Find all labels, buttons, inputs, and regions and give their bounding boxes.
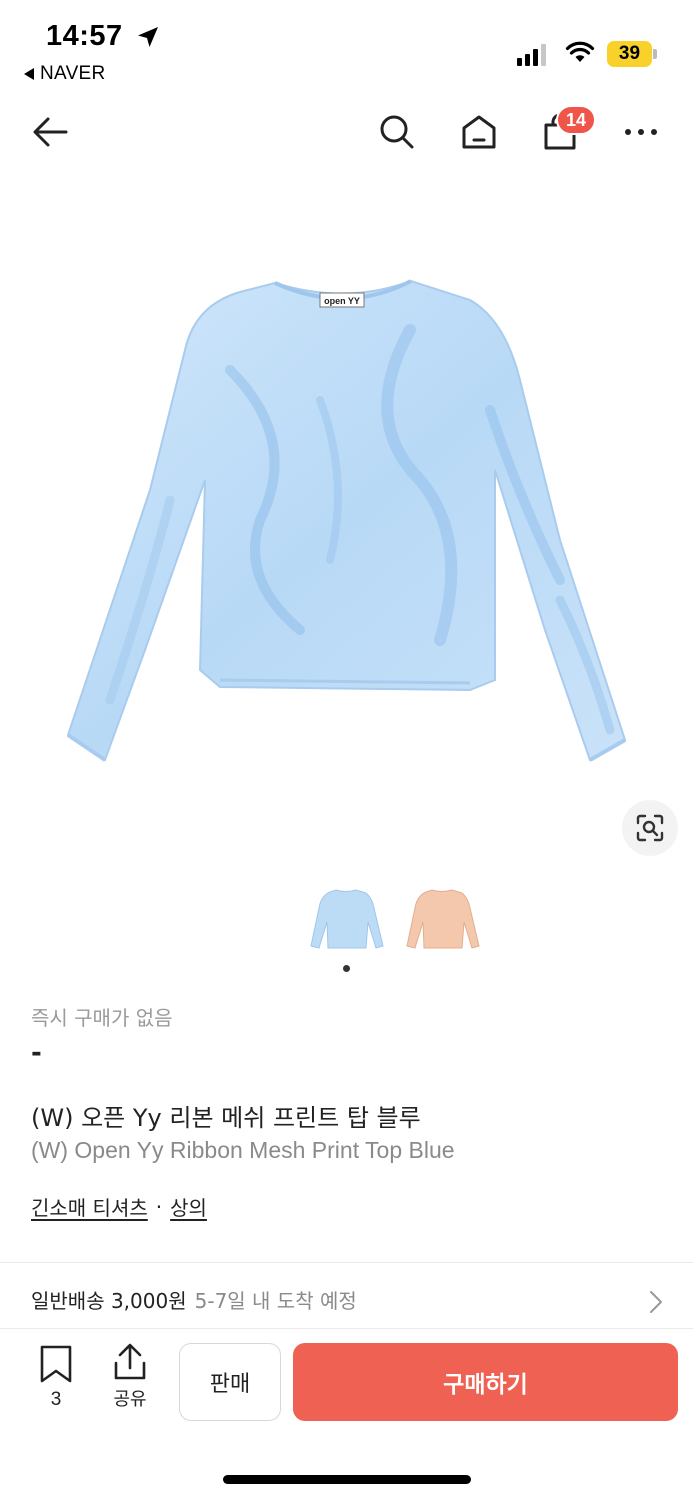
back-app-label: NAVER [40,63,106,84]
instant-price-value: - [31,1038,42,1068]
category-link-tops[interactable]: 상의 [170,1192,207,1221]
category-breadcrumb: 긴소매 티셔츠 · 상의 [31,1192,207,1221]
bookmark-count: 3 [50,1389,62,1410]
battery-icon: 39 [607,41,657,67]
battery-level: 39 [607,41,652,67]
back-arrow-icon [33,117,68,147]
home-icon [462,115,496,149]
share-label: 공유 [113,1389,147,1410]
back-button[interactable] [26,108,74,156]
thumbnail-peach[interactable] [404,880,480,956]
lens-search-icon [636,814,664,842]
product-title-korean: (W) 오픈 Yy 리본 메쉬 프린트 탑 블루 [31,1104,421,1132]
signal-icon [517,44,546,66]
more-icon [625,129,657,135]
location-arrow-icon [138,27,158,47]
thumbnail-blue[interactable] [308,880,384,956]
share-icon [114,1343,146,1380]
section-divider [0,1262,693,1263]
back-triangle-icon [24,68,34,80]
share-button[interactable]: 공유 [106,1343,154,1411]
home-indicator[interactable] [223,1475,471,1484]
sell-button[interactable]: 판매 [179,1343,281,1421]
search-icon [380,115,414,149]
wifi-icon [565,41,595,62]
product-image[interactable]: open YY [0,180,693,880]
back-to-app-link[interactable]: NAVER [24,63,106,85]
more-button[interactable] [617,108,665,156]
buy-button[interactable]: 구매하기 [293,1343,678,1421]
lens-search-button[interactable] [622,800,678,856]
shirt-label-text: open YY [324,296,360,306]
status-time: 14:57 [46,20,123,52]
product-shirt-illustration: open YY [66,279,627,762]
instant-price-label: 즉시 구매가 없음 [31,1006,173,1030]
chevron-right-icon [650,1291,662,1313]
status-bar: 14:57 NAVER 39 [0,0,693,95]
bookmark-icon [40,1345,72,1383]
search-button[interactable] [373,108,421,156]
carousel-indicator [343,965,350,972]
cart-count-badge: 14 [556,105,597,135]
shipping-type-fee: 일반배송 3,000원 [31,1288,187,1313]
product-title-english: (W) Open Yy Ribbon Mesh Print Top Blue [31,1137,455,1163]
shipping-eta: 5-7일 내 도착 예정 [194,1288,357,1313]
category-link-long-sleeve[interactable]: 긴소매 티셔츠 [31,1192,148,1221]
bookmark-button[interactable]: 3 [34,1345,78,1411]
home-button[interactable] [455,108,503,156]
category-separator: · [155,1194,163,1219]
shipping-row[interactable]: 일반배송 3,000원 5-7일 내 도착 예정 [0,1270,693,1328]
bottom-action-bar: 3 공유 판매 구매하기 [0,1328,693,1438]
color-thumbnails [308,880,480,956]
